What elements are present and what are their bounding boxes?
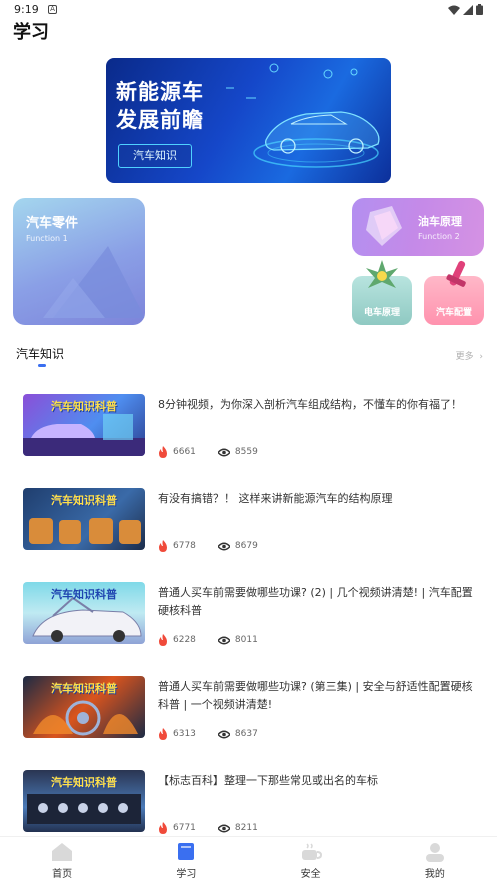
video-title: 【标志百科】整理一下那些常见或出名的车标 xyxy=(158,774,378,787)
key-icon xyxy=(446,260,466,287)
promo-banner[interactable]: 新能源车 发展前瞻 汽车知识 xyxy=(106,58,391,183)
section-indicator xyxy=(38,364,46,367)
views-stat: 8559 xyxy=(217,447,258,457)
views-stat: 8211 xyxy=(217,823,258,833)
likes-count: 6778 xyxy=(173,541,196,551)
category-label: 电车原理 xyxy=(363,308,400,318)
video-thumbnail[interactable]: 汽车知识科普 xyxy=(23,770,145,832)
fire-icon xyxy=(159,634,167,646)
video-stats: 6778 8679 xyxy=(158,540,280,552)
tab-label: 学习 xyxy=(176,869,197,880)
status-indicators xyxy=(448,4,483,15)
list-item[interactable]: 汽车知识科普 普通人买车前需要做哪些功课? (第三集) | 安全与舒适性配置硬核… xyxy=(0,662,497,756)
tab-label: 我的 xyxy=(424,869,445,880)
banner-button[interactable]: 汽车知识 xyxy=(118,144,192,168)
likes-stat: 6771 xyxy=(158,822,196,834)
battery-icon xyxy=(476,4,483,15)
thumbnail-caption: 汽车知识科普 xyxy=(51,682,117,695)
thumbnail-caption: 汽车知识科普 xyxy=(51,776,117,789)
section-title: 汽车知识 xyxy=(16,347,65,361)
tab-label: 首页 xyxy=(52,869,73,880)
thumbnail-caption: 汽车知识科普 xyxy=(51,400,117,413)
views-count: 8211 xyxy=(234,823,258,833)
views-count: 8679 xyxy=(234,541,258,551)
category-subtitle: Function 2 xyxy=(418,232,460,241)
video-title: 有没有搞错？！ 这样来讲新能源汽车的结构原理 xyxy=(158,492,393,505)
tab-study[interactable]: 学习 xyxy=(124,837,248,885)
category-title: 油车原理 xyxy=(418,215,462,228)
fire-icon xyxy=(159,822,167,834)
page-title: 学习 xyxy=(13,22,49,43)
tab-profile[interactable]: 我的 xyxy=(373,837,497,885)
views-count: 8637 xyxy=(234,729,258,739)
bottom-tab-bar: 首页 学习 安全 我的 xyxy=(0,836,497,885)
eye-icon xyxy=(217,636,230,644)
video-thumbnail[interactable]: 汽车知识科普 xyxy=(23,488,145,550)
video-thumbnail[interactable]: 汽车知识科普 xyxy=(23,394,145,456)
likes-count: 6661 xyxy=(173,447,196,457)
category-label: 汽车配置 xyxy=(435,308,472,318)
fire-icon xyxy=(159,540,167,552)
category-card-oil[interactable]: 油车原理 Function 2 xyxy=(352,198,484,256)
category-card-parts[interactable]: 汽车零件 Function 1 xyxy=(13,198,145,325)
eye-icon xyxy=(217,542,230,550)
notification-icon: A xyxy=(48,5,57,14)
tab-home[interactable]: 首页 xyxy=(0,837,124,885)
category-card-electric[interactable]: 电车原理 xyxy=(352,260,412,325)
video-stats: 6228 8011 xyxy=(158,634,280,646)
chevron-right-icon: › xyxy=(476,352,483,362)
video-stats: 6661 8559 xyxy=(158,446,280,458)
gem-icon xyxy=(366,206,402,246)
category-subtitle: Function 1 xyxy=(26,234,68,243)
views-stat: 8637 xyxy=(217,729,258,739)
tab-safety[interactable]: 安全 xyxy=(249,837,373,885)
likes-count: 6313 xyxy=(173,729,196,739)
fire-icon xyxy=(159,728,167,740)
list-item[interactable]: 汽车知识科普 有没有搞错？！ 这样来讲新能源汽车的结构原理 6778 8679 xyxy=(0,474,497,568)
banner-title-line1: 新能源车 xyxy=(116,80,204,104)
tab-label: 安全 xyxy=(300,869,321,880)
likes-count: 6771 xyxy=(173,823,196,833)
category-card-config[interactable]: 汽车配置 xyxy=(424,260,484,325)
banner-title-line2: 发展前瞻 xyxy=(116,108,204,132)
views-count: 8559 xyxy=(234,447,258,457)
home-icon xyxy=(52,843,73,861)
video-thumbnail[interactable]: 汽车知识科普 xyxy=(23,582,145,644)
book-icon xyxy=(178,843,195,860)
thumbnail-caption: 汽车知识科普 xyxy=(51,494,117,507)
video-thumbnail[interactable]: 汽车知识科普 xyxy=(23,676,145,738)
signal-icon xyxy=(463,4,473,15)
status-bar: 9:19 A xyxy=(0,0,497,20)
likes-count: 6228 xyxy=(173,635,196,645)
video-title: 普通人买车前需要做哪些功课? (第三集) | 安全与舒适性配置硬核科普 | 一个… xyxy=(158,680,473,711)
likes-stat: 6313 xyxy=(158,728,196,740)
likes-stat: 6661 xyxy=(158,446,196,458)
list-item[interactable]: 汽车知识科普 8分钟视频，为你深入剖析汽车组成结构，不懂车的你有福了！ 6661… xyxy=(0,380,497,474)
more-label: 更多 xyxy=(455,352,474,362)
cup-icon xyxy=(301,843,322,860)
views-count: 8011 xyxy=(234,635,258,645)
thumbnail-caption: 汽车知识科普 xyxy=(51,588,117,601)
status-time: 9:19 xyxy=(14,3,39,16)
eye-icon xyxy=(217,730,230,738)
plant-icon xyxy=(366,260,398,288)
likes-stat: 6778 xyxy=(158,540,196,552)
fire-icon xyxy=(159,446,167,458)
views-stat: 8679 xyxy=(217,541,258,551)
more-link[interactable]: 更多 › xyxy=(456,349,483,362)
list-item[interactable]: 汽车知识科普 普通人买车前需要做哪些功课? (2) | 几个视频讲清楚! | 汽… xyxy=(0,568,497,662)
likes-stat: 6228 xyxy=(158,634,196,646)
video-stats: 6313 8637 xyxy=(158,728,280,740)
user-icon xyxy=(425,843,444,862)
video-title: 8分钟视频，为你深入剖析汽车组成结构，不懂车的你有福了！ xyxy=(158,398,462,411)
video-stats: 6771 8211 xyxy=(158,822,280,834)
category-title: 汽车零件 xyxy=(26,216,79,231)
video-title: 普通人买车前需要做哪些功课? (2) | 几个视频讲清楚! | 汽车配置硬核科普 xyxy=(158,586,473,617)
wifi-icon xyxy=(448,5,460,15)
views-stat: 8011 xyxy=(217,635,258,645)
eye-icon xyxy=(217,448,230,456)
eye-icon xyxy=(217,824,230,832)
